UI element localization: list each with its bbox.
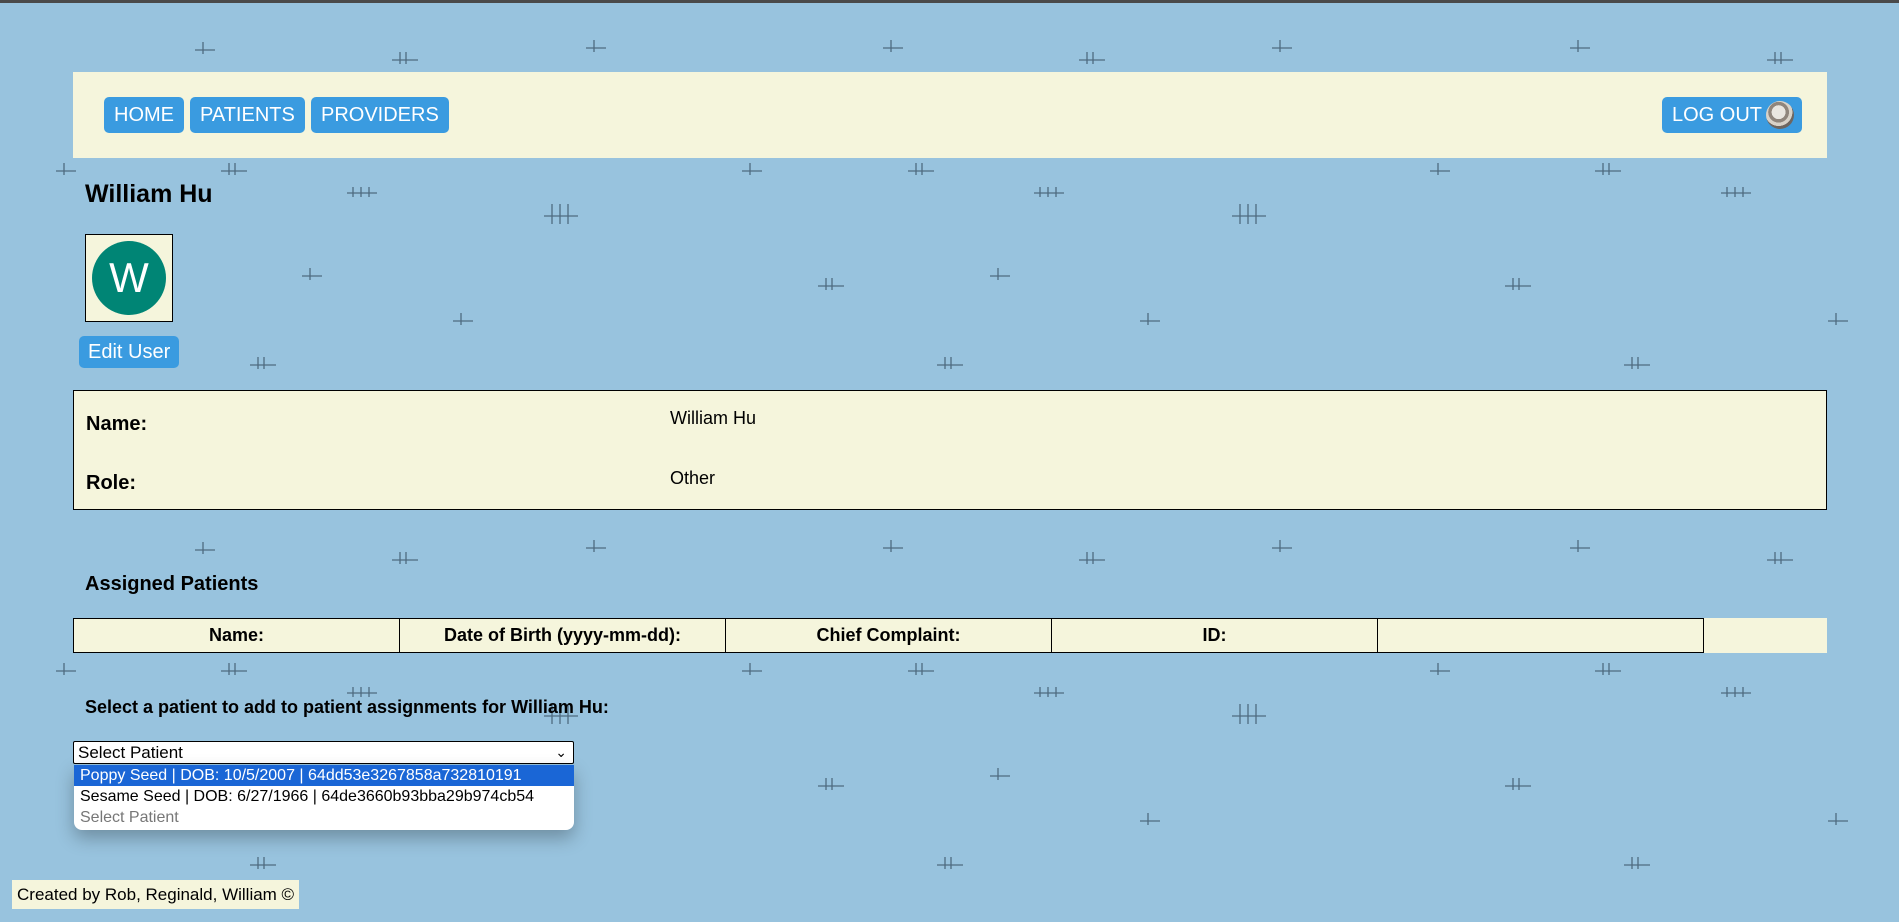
- heartbeat-mark: [1140, 813, 1160, 825]
- nav-providers-button[interactable]: PROVIDERS: [311, 97, 449, 133]
- footer-credits: Created by Rob, Reginald, William ©: [12, 880, 300, 909]
- heartbeat-mark: [56, 663, 76, 675]
- patient-option[interactable]: Sesame Seed | DOB: 6/27/1966 | 64de3660b…: [74, 786, 574, 807]
- heartbeat-mark: [544, 204, 578, 224]
- heartbeat-mark: [1570, 40, 1590, 52]
- logout-button[interactable]: LOG OUT: [1661, 97, 1802, 133]
- patient-option-placeholder[interactable]: Select Patient: [74, 807, 574, 828]
- top-border: [0, 0, 1899, 3]
- heartbeat-mark: [1624, 357, 1650, 369]
- heartbeat-mark: [883, 40, 903, 52]
- heartbeat-mark: [250, 857, 276, 869]
- avatar-initial: W: [92, 241, 166, 315]
- heartbeat-mark: [1505, 278, 1531, 290]
- heartbeat-mark: [586, 40, 606, 52]
- heartbeat-mark: [347, 687, 377, 697]
- heartbeat-mark: [990, 268, 1010, 280]
- heartbeat-mark: [221, 163, 247, 175]
- patient-select-dropdown: Poppy Seed | DOB: 10/5/2007 | 64dd53e326…: [74, 765, 574, 830]
- assign-patient-label: Select a patient to add to patient assig…: [85, 697, 609, 717]
- heartbeat-mark: [1079, 52, 1105, 64]
- heartbeat-mark: [1570, 540, 1590, 552]
- heartbeat-mark: [302, 268, 322, 280]
- heartbeat-mark: [1721, 187, 1751, 197]
- nav-home-button[interactable]: HOME: [104, 97, 184, 133]
- role-label: Role:: [86, 472, 136, 494]
- role-value: Other: [670, 468, 716, 488]
- heartbeat-mark: [742, 163, 762, 175]
- heartbeat-mark: [1272, 540, 1292, 552]
- heartbeat-mark: [818, 278, 844, 290]
- heartbeat-mark: [1828, 313, 1848, 325]
- nav-patients-button[interactable]: PATIENTS: [190, 97, 305, 133]
- column-header-id: ID:: [1051, 618, 1378, 653]
- heartbeat-mark: [56, 163, 76, 175]
- heartbeat-mark: [1767, 552, 1793, 564]
- heartbeat-mark: [1430, 163, 1450, 175]
- page-title: William Hu: [85, 180, 213, 208]
- chevron-down-icon: ⌄: [555, 744, 567, 760]
- heartbeat-mark: [908, 663, 934, 675]
- heartbeat-mark: [1767, 52, 1793, 64]
- heartbeat-mark: [1595, 163, 1621, 175]
- navbar: HOME PATIENTS PROVIDERS LOG OUT: [73, 72, 1827, 158]
- heartbeat-mark: [1721, 687, 1751, 697]
- logout-label: LOG OUT: [1671, 104, 1762, 126]
- assigned-patients-table: Name: Date of Birth (yyyy-mm-dd): Chief …: [73, 618, 1827, 653]
- heartbeat-mark: [937, 357, 963, 369]
- heartbeat-mark: [818, 778, 844, 790]
- profile-avatar: W: [85, 234, 173, 322]
- heartbeat-mark: [1624, 857, 1650, 869]
- column-header-dob: Date of Birth (yyyy-mm-dd):: [399, 618, 726, 653]
- user-details-panel: Name: William Hu Role: Other: [73, 390, 1827, 510]
- heartbeat-mark: [195, 42, 215, 54]
- heartbeat-mark: [937, 857, 963, 869]
- heartbeat-mark: [1079, 552, 1105, 564]
- heartbeat-mark: [742, 663, 762, 675]
- user-avatar-icon: [1766, 101, 1794, 129]
- assigned-patients-title: Assigned Patients: [85, 573, 259, 595]
- heartbeat-mark: [883, 540, 903, 552]
- name-value: William Hu: [670, 408, 757, 428]
- column-header-chief-complaint: Chief Complaint:: [725, 618, 1052, 653]
- heartbeat-mark: [392, 52, 418, 64]
- heartbeat-mark: [1140, 313, 1160, 325]
- heartbeat-mark: [1232, 204, 1266, 224]
- heartbeat-mark: [250, 357, 276, 369]
- heartbeat-mark: [195, 542, 215, 554]
- patient-select[interactable]: Select Patient ⌄: [73, 741, 574, 764]
- heartbeat-mark: [1034, 687, 1064, 697]
- heartbeat-mark: [990, 768, 1010, 780]
- heartbeat-mark: [453, 313, 473, 325]
- heartbeat-mark: [347, 187, 377, 197]
- patient-select-value: Select Patient: [78, 743, 183, 762]
- column-header-actions: [1377, 618, 1704, 653]
- heartbeat-mark: [392, 552, 418, 564]
- patient-option[interactable]: Poppy Seed | DOB: 10/5/2007 | 64dd53e326…: [74, 765, 574, 786]
- heartbeat-mark: [1828, 813, 1848, 825]
- heartbeat-mark: [586, 540, 606, 552]
- edit-user-button[interactable]: Edit User: [79, 336, 180, 368]
- heartbeat-mark: [1232, 704, 1266, 724]
- heartbeat-mark: [1595, 663, 1621, 675]
- heartbeat-mark: [908, 163, 934, 175]
- heartbeat-mark: [1505, 778, 1531, 790]
- column-header-name: Name:: [73, 618, 400, 653]
- heartbeat-mark: [221, 663, 247, 675]
- name-label: Name:: [86, 413, 148, 435]
- heartbeat-mark: [1034, 187, 1064, 197]
- heartbeat-mark: [1272, 40, 1292, 52]
- heartbeat-mark: [1430, 663, 1450, 675]
